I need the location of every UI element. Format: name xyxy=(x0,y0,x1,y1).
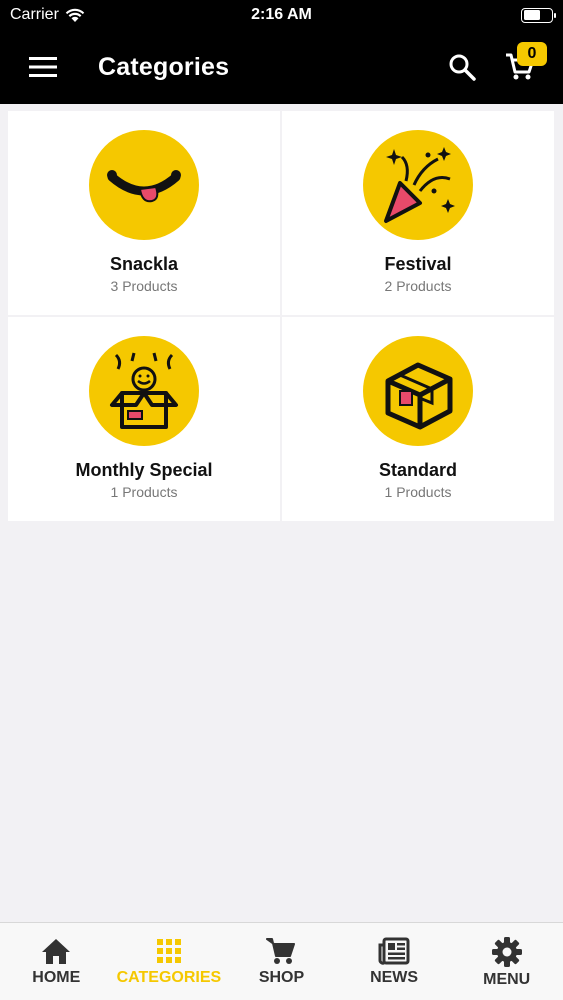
status-bar: Carrier 2:16 AM xyxy=(0,0,563,30)
newspaper-icon xyxy=(378,937,410,965)
carrier-label: Carrier xyxy=(10,6,59,23)
category-count: 2 Products xyxy=(384,278,452,294)
tab-news[interactable]: NEWS xyxy=(338,923,451,1000)
carrier-group: Carrier xyxy=(10,6,85,24)
tab-label: MENU xyxy=(483,971,531,988)
search-button[interactable] xyxy=(433,30,491,104)
tongue-smile-icon xyxy=(107,170,181,203)
category-image xyxy=(89,130,199,240)
tab-categories[interactable]: CATEGORIES xyxy=(113,923,226,1000)
category-card-festival[interactable]: Festival 2 Products xyxy=(282,111,554,315)
category-card-standard[interactable]: Standard 1 Products xyxy=(282,317,554,521)
category-count: 1 Products xyxy=(384,484,452,500)
category-name: Snackla xyxy=(109,254,179,274)
cart-button[interactable]: 0 xyxy=(491,30,549,104)
tab-menu[interactable]: MENU xyxy=(450,923,563,1000)
category-image xyxy=(363,130,473,240)
menu-button[interactable] xyxy=(0,30,86,104)
surprise-box-icon xyxy=(110,352,178,429)
category-card-snackla[interactable]: Snackla 3 Products xyxy=(8,111,280,315)
cart-icon xyxy=(266,938,296,964)
app-screen: Carrier 2:16 AM Categories 0 Snackla 3 P… xyxy=(0,0,563,1000)
tab-shop[interactable]: SHOP xyxy=(225,923,338,1000)
tab-label: SHOP xyxy=(258,969,305,986)
page-title: Categories xyxy=(98,52,230,81)
package-box-icon xyxy=(385,362,453,430)
bottom-tab-bar: HOME CATEGORIES SHOP NEWS MENU xyxy=(0,922,563,1000)
hamburger-icon xyxy=(29,57,57,77)
tab-label: HOME xyxy=(32,969,81,986)
category-count: 1 Products xyxy=(110,484,178,500)
gear-icon xyxy=(491,937,522,967)
party-popper-icon xyxy=(384,147,455,223)
search-icon xyxy=(449,54,476,81)
category-name: Festival xyxy=(384,254,452,274)
battery-icon xyxy=(521,7,556,23)
category-grid: Snackla 3 Products Festival 2 Products M… xyxy=(8,111,554,521)
category-image xyxy=(363,336,473,446)
category-name: Standard xyxy=(378,460,457,480)
wifi-icon xyxy=(65,8,85,22)
category-card-monthly-special[interactable]: Monthly Special 1 Products xyxy=(8,317,280,521)
nav-bar: Categories 0 xyxy=(0,30,563,104)
tab-label: NEWS xyxy=(370,969,419,986)
category-name: Monthly Special xyxy=(75,460,213,480)
tab-home[interactable]: HOME xyxy=(0,923,113,1000)
category-count: 3 Products xyxy=(110,278,178,294)
cart-count-badge: 0 xyxy=(517,42,547,66)
grid-icon xyxy=(156,939,181,963)
tab-label: CATEGORIES xyxy=(116,969,222,986)
home-icon xyxy=(42,939,71,964)
category-image xyxy=(89,336,199,446)
